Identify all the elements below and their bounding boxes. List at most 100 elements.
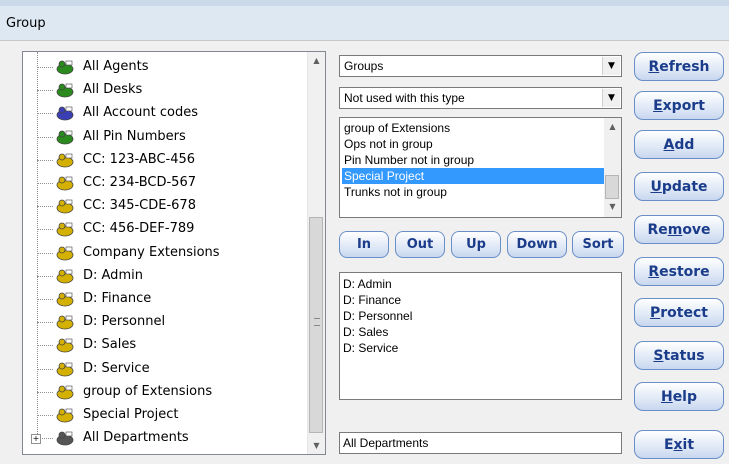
account-codes-icon (55, 104, 75, 122)
phone-group-icon (55, 313, 75, 331)
list-item[interactable]: group of Extensions (342, 120, 604, 136)
tree-item-label: All Account codes (83, 105, 198, 121)
update-button[interactable]: Update (634, 172, 724, 201)
usage-select[interactable]: Not used with this type ▼ (339, 87, 622, 109)
help-button[interactable]: Help (634, 382, 724, 411)
phone-group-icon (55, 151, 75, 169)
refresh-label-hotkey: R (648, 59, 660, 75)
add-label-post: dd (674, 137, 695, 153)
tree-item[interactable]: D: Service (23, 358, 309, 381)
list-scroll-thumb[interactable] (605, 175, 619, 199)
available-groups-list[interactable]: group of Extensions Ops not in group Pin N… (339, 117, 622, 218)
group-name-field[interactable]: All Departments (339, 432, 622, 454)
out-button[interactable]: Out (395, 231, 445, 258)
tree-item[interactable]: group of Extensions (23, 381, 309, 404)
up-button[interactable]: Up (451, 231, 501, 258)
phone-group-icon (55, 174, 75, 192)
tree-item-label: D: Personnel (83, 314, 166, 330)
tree-item[interactable]: CC: 345-CDE-678 (23, 195, 309, 218)
scroll-up-arrow-icon[interactable]: ▲ (604, 118, 621, 135)
dropdown-arrow-icon[interactable]: ▼ (602, 89, 620, 107)
tree-connector (37, 229, 53, 231)
tree-item-label: All Departments (83, 430, 189, 446)
group-tree[interactable]: All Agents All Desks All Account codes All … (22, 51, 326, 455)
member-item[interactable]: D: Finance (343, 292, 401, 308)
tree-item-label: CC: 345-CDE-678 (83, 198, 196, 214)
tree-item[interactable]: CC: 123-ABC-456 (23, 149, 309, 172)
tree-connector (37, 368, 53, 370)
scroll-down-arrow-icon[interactable]: ▼ (604, 198, 621, 215)
in-button[interactable]: In (339, 231, 389, 258)
tree-scrollbar[interactable]: ▲ ▼ (307, 52, 325, 454)
tree-item[interactable]: D: Admin (23, 265, 309, 288)
tree-item-label: D: Admin (83, 267, 143, 283)
down-button[interactable]: Down (507, 231, 567, 258)
remove-label-post: ove (682, 222, 711, 238)
tree-item[interactable]: All Agents (23, 56, 309, 79)
tree-connector (37, 90, 53, 92)
tree-item[interactable]: CC: 234-BCD-567 (23, 172, 309, 195)
list-item[interactable]: Pin Number not in group (342, 152, 604, 168)
group-type-select[interactable]: Groups ▼ (339, 55, 622, 77)
tree-connector (37, 299, 53, 300)
list-item[interactable]: Special Project (342, 168, 604, 184)
update-label-post: pdate (661, 179, 708, 195)
expand-plus-icon[interactable]: + (31, 434, 41, 445)
restore-label-hotkey: R (648, 264, 660, 280)
desk-icon (55, 81, 75, 99)
tree-item[interactable]: Company Extensions (23, 242, 309, 265)
window-title: Group (6, 16, 46, 31)
scroll-down-arrow-icon[interactable]: ▼ (308, 437, 325, 454)
phone-group-icon (55, 406, 75, 424)
phone-group-icon (55, 267, 75, 285)
list-item[interactable]: Ops not in group (342, 136, 604, 152)
tree-item[interactable]: D: Personnel (23, 311, 309, 334)
list-scrollbar[interactable]: ▲ ▼ (604, 118, 621, 217)
title-bar: Group (0, 0, 729, 40)
member-item[interactable]: D: Personnel (343, 308, 412, 324)
exit-label-hotkey: x (673, 437, 683, 453)
export-label-post: xport (662, 98, 705, 114)
title-bar-top-strip (0, 0, 729, 6)
dropdown-arrow-icon[interactable]: ▼ (602, 57, 620, 75)
member-item[interactable]: D: Service (343, 340, 398, 356)
status-label-post: tatus (663, 348, 705, 364)
tree-item[interactable]: D: Sales (23, 334, 309, 357)
tree-item[interactable]: Special Project (23, 404, 309, 427)
tree-item-label: Company Extensions (83, 244, 220, 260)
tree-item-label: CC: 234-BCD-567 (83, 175, 196, 190)
protect-button[interactable]: Protect (634, 298, 724, 327)
tree-item-label: D: Service (83, 360, 150, 376)
tree-scroll-thumb[interactable] (309, 217, 323, 433)
tree-item-label: group of Extensions (83, 383, 213, 399)
refresh-button[interactable]: Refresh (634, 52, 724, 81)
member-item[interactable]: D: Sales (343, 324, 388, 340)
help-label-post: elp (672, 389, 698, 405)
add-button[interactable]: Add (634, 130, 724, 159)
tree-item[interactable]: D: Finance (23, 288, 309, 311)
help-label-hotkey: H (660, 389, 673, 405)
pin-numbers-icon (55, 128, 75, 146)
member-item[interactable]: D: Admin (343, 276, 392, 292)
tree-connector (37, 183, 53, 184)
tree-item[interactable]: All Desks (23, 79, 309, 102)
sort-button[interactable]: Sort (572, 231, 624, 258)
restore-label-post: estore (659, 264, 710, 280)
export-button[interactable]: Export (634, 91, 724, 120)
phone-group-icon (55, 244, 75, 262)
list-item[interactable]: Trunks not in group (342, 184, 604, 200)
remove-button[interactable]: Remove (634, 215, 724, 244)
scroll-up-arrow-icon[interactable]: ▲ (308, 52, 325, 69)
tree-item-label: All Agents (83, 59, 149, 74)
status-button[interactable]: Status (634, 341, 724, 370)
group-members-list[interactable]: D: Admin D: Finance D: Personnel D: Sales D:… (339, 272, 622, 400)
phone-group-icon (55, 290, 75, 308)
tree-item[interactable]: + All Departments (23, 427, 309, 450)
tree-item[interactable]: All Account codes (23, 102, 309, 125)
tree-connector (37, 391, 53, 393)
tree-item[interactable]: CC: 456-DEF-789 (23, 218, 309, 241)
tree-item[interactable]: All Pin Numbers (23, 126, 309, 149)
restore-button[interactable]: Restore (634, 257, 724, 286)
exit-button[interactable]: Exit (634, 430, 724, 459)
tree-item-label: All Pin Numbers (83, 128, 186, 144)
